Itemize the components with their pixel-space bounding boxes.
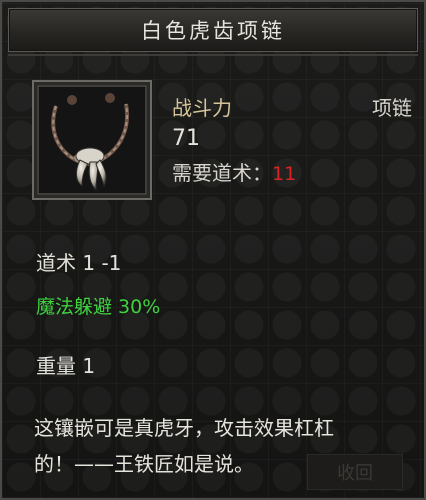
stat-weight: 重量 1	[36, 354, 96, 378]
title-divider	[8, 54, 418, 56]
requirement-label: 需要道术：	[172, 161, 272, 185]
requirement-value: 11	[272, 163, 297, 185]
item-category-label: 项链	[372, 96, 412, 120]
item-icon-slot	[32, 80, 152, 200]
combat-power-label: 战斗力	[172, 96, 232, 120]
item-name-title: 白色虎齿项链	[141, 19, 285, 43]
tooltip-title-bar: 白色虎齿项链	[8, 8, 418, 52]
item-description-line1: 这镶嵌可是真虎牙，攻击效果杠杠	[34, 416, 334, 440]
requirement-line: 需要道术：11	[172, 157, 296, 186]
stat-daoshu: 道术 1 -1	[36, 251, 122, 275]
stat-magic-dodge: 魔法躲避 30%	[36, 296, 161, 318]
combat-power-value: 71	[172, 126, 200, 151]
background-recall-button[interactable]: 收回	[307, 454, 403, 490]
tiger-tooth-necklace-icon	[51, 93, 130, 192]
item-description-line2: 的！——王铁匠如是说。	[34, 452, 254, 476]
item-tooltip-panel: 白色虎齿项链 战斗力 项链 71 需要道术：11 道术 1 -1 魔法躲避 30…	[0, 0, 426, 500]
